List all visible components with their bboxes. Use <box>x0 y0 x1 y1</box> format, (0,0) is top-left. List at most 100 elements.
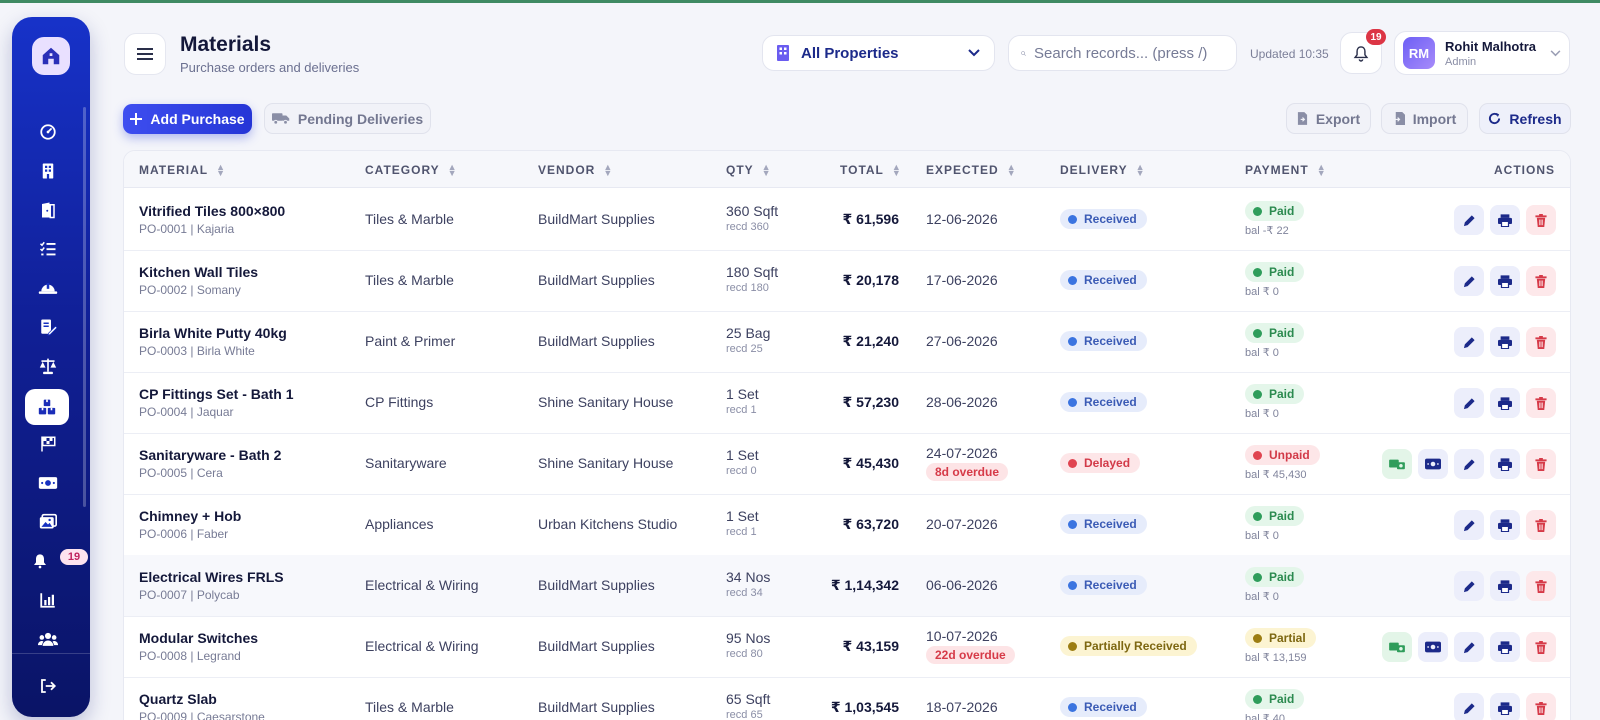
edit-button[interactable] <box>1454 632 1484 662</box>
search-box[interactable] <box>1008 35 1237 71</box>
delete-button[interactable] <box>1526 693 1556 720</box>
record-payment-button[interactable] <box>1382 632 1412 662</box>
material-name[interactable]: Quartz Slab <box>139 691 265 707</box>
table-row[interactable]: Electrical Wires FRLS PO-0007 | Polycab El… <box>124 555 1570 617</box>
hard-hat-icon[interactable] <box>26 270 70 306</box>
door-icon[interactable] <box>26 192 70 228</box>
print-button[interactable] <box>1490 449 1520 479</box>
column-payment[interactable]: PAYMENT ▲ ▼ <box>1245 163 1327 178</box>
refresh-icon <box>1489 112 1501 125</box>
delivery-status-label: Partially Received <box>1084 639 1187 653</box>
category-cell: Tiles & Marble <box>365 272 454 288</box>
import-button[interactable]: Import <box>1381 103 1468 134</box>
delete-button[interactable] <box>1526 327 1556 357</box>
column-total[interactable]: TOTAL ▲ ▼ <box>840 163 902 178</box>
print-button[interactable] <box>1490 510 1520 540</box>
sort-icon: ▲ ▼ <box>761 162 772 178</box>
expected-date: 06-06-2026 <box>926 577 998 593</box>
table-row[interactable]: Modular Switches PO-0008 | Legrand Electri… <box>124 616 1570 678</box>
column-category[interactable]: CATEGORY ▲ ▼ <box>365 163 458 178</box>
search-input[interactable] <box>1034 44 1224 62</box>
delete-button[interactable] <box>1526 388 1556 418</box>
edit-button[interactable] <box>1454 327 1484 357</box>
bell-icon <box>1353 45 1369 62</box>
material-name[interactable]: Kitchen Wall Tiles <box>139 264 258 280</box>
column-material[interactable]: MATERIAL ▲ ▼ <box>139 163 226 178</box>
home-logo-icon[interactable] <box>32 37 70 75</box>
column-qty[interactable]: QTY ▲ ▼ <box>726 162 772 178</box>
table-row[interactable]: Birla White Putty 40kg PO-0003 | Birla Wh… <box>124 311 1570 373</box>
delete-button[interactable] <box>1526 205 1556 235</box>
edit-button[interactable] <box>1454 205 1484 235</box>
print-button[interactable] <box>1490 571 1520 601</box>
delete-button[interactable] <box>1526 266 1556 296</box>
delete-button[interactable] <box>1526 510 1556 540</box>
flag-checkered-icon[interactable] <box>26 426 70 462</box>
record-payment-button[interactable] <box>1382 449 1412 479</box>
print-button[interactable] <box>1490 632 1520 662</box>
gallery-icon[interactable] <box>26 504 70 540</box>
team-users-icon[interactable] <box>26 621 70 657</box>
delivery-cell: Partially Received <box>1060 636 1197 656</box>
material-name[interactable]: Sanitaryware - Bath 2 <box>139 447 281 463</box>
table-row[interactable]: Vitrified Tiles 800×800 PO-0001 | Kajaria… <box>124 189 1570 251</box>
reports-chart-icon[interactable] <box>26 582 70 618</box>
balance-amount: bal ₹ 0 <box>1245 591 1279 603</box>
pending-deliveries-button[interactable]: Pending Deliveries <box>264 103 431 134</box>
print-button[interactable] <box>1490 693 1520 720</box>
notifications-button[interactable]: 19 <box>1340 29 1386 74</box>
dashboard-icon[interactable] <box>26 114 70 150</box>
sidebar: 19 <box>12 17 90 717</box>
menu-toggle-button[interactable] <box>124 33 166 75</box>
add-purchase-button[interactable]: Add Purchase <box>123 104 252 134</box>
task-list-icon[interactable] <box>26 231 70 267</box>
table-row[interactable]: Sanitaryware - Bath 2 PO-0005 | Cera Sanit… <box>124 433 1570 495</box>
edit-button[interactable] <box>1454 510 1484 540</box>
delete-button[interactable] <box>1526 632 1556 662</box>
sidebar-scrollbar[interactable] <box>83 107 86 507</box>
edit-button[interactable] <box>1454 693 1484 720</box>
material-name[interactable]: Chimney + Hob <box>139 508 241 524</box>
refresh-button[interactable]: Refresh <box>1479 103 1571 134</box>
logout-icon[interactable] <box>26 668 70 704</box>
print-button[interactable] <box>1490 266 1520 296</box>
qty-ordered: 95 Nos <box>726 630 771 646</box>
print-button[interactable] <box>1490 388 1520 418</box>
money-icon[interactable] <box>26 465 70 501</box>
delete-button[interactable] <box>1526 449 1556 479</box>
table-row[interactable]: Quartz Slab PO-0009 | Caesarstone Tiles & … <box>124 677 1570 720</box>
materials-boxes-icon[interactable] <box>25 389 69 425</box>
legal-scale-icon[interactable] <box>26 348 70 384</box>
property-select[interactable]: All Properties <box>762 35 995 71</box>
record-delivery-button[interactable] <box>1418 449 1448 479</box>
export-button[interactable]: Export <box>1286 103 1371 134</box>
building-icon[interactable] <box>26 153 70 189</box>
column-vendor[interactable]: VENDOR ▲ ▼ <box>538 163 613 178</box>
qty-received: recd 360 <box>726 221 769 233</box>
edit-button[interactable] <box>1454 388 1484 418</box>
expected-cell: 27-06-2026 <box>926 333 998 349</box>
contract-edit-icon[interactable] <box>26 309 70 345</box>
material-cell: Chimney + Hob PO-0006 | Faber <box>139 508 241 541</box>
material-name[interactable]: CP Fittings Set - Bath 1 <box>139 386 294 402</box>
print-button[interactable] <box>1490 205 1520 235</box>
material-name[interactable]: Vitrified Tiles 800×800 <box>139 203 285 219</box>
table-row[interactable]: CP Fittings Set - Bath 1 PO-0004 | Jaquar… <box>124 372 1570 434</box>
material-cell: Sanitaryware - Bath 2 PO-0005 | Cera <box>139 447 281 480</box>
material-name[interactable]: Electrical Wires FRLS <box>139 569 284 585</box>
material-name[interactable]: Modular Switches <box>139 630 258 646</box>
edit-button[interactable] <box>1454 266 1484 296</box>
notifications-nav[interactable]: 19 <box>26 543 88 579</box>
edit-button[interactable] <box>1454 571 1484 601</box>
user-menu[interactable]: RM Rohit Malhotra Admin <box>1394 31 1570 75</box>
table-row[interactable]: Kitchen Wall Tiles PO-0002 | Somany Tiles … <box>124 250 1570 312</box>
record-delivery-button[interactable] <box>1418 632 1448 662</box>
column-expected[interactable]: EXPECTED ▲ ▼ <box>926 163 1017 178</box>
table-row[interactable]: Chimney + Hob PO-0006 | Faber Appliances Ur… <box>124 494 1570 556</box>
edit-button[interactable] <box>1454 449 1484 479</box>
delete-button[interactable] <box>1526 571 1556 601</box>
column-delivery[interactable]: DELIVERY ▲ ▼ <box>1060 163 1146 178</box>
delivery-status-badge: Received <box>1060 331 1147 351</box>
material-name[interactable]: Birla White Putty 40kg <box>139 325 287 341</box>
print-button[interactable] <box>1490 327 1520 357</box>
